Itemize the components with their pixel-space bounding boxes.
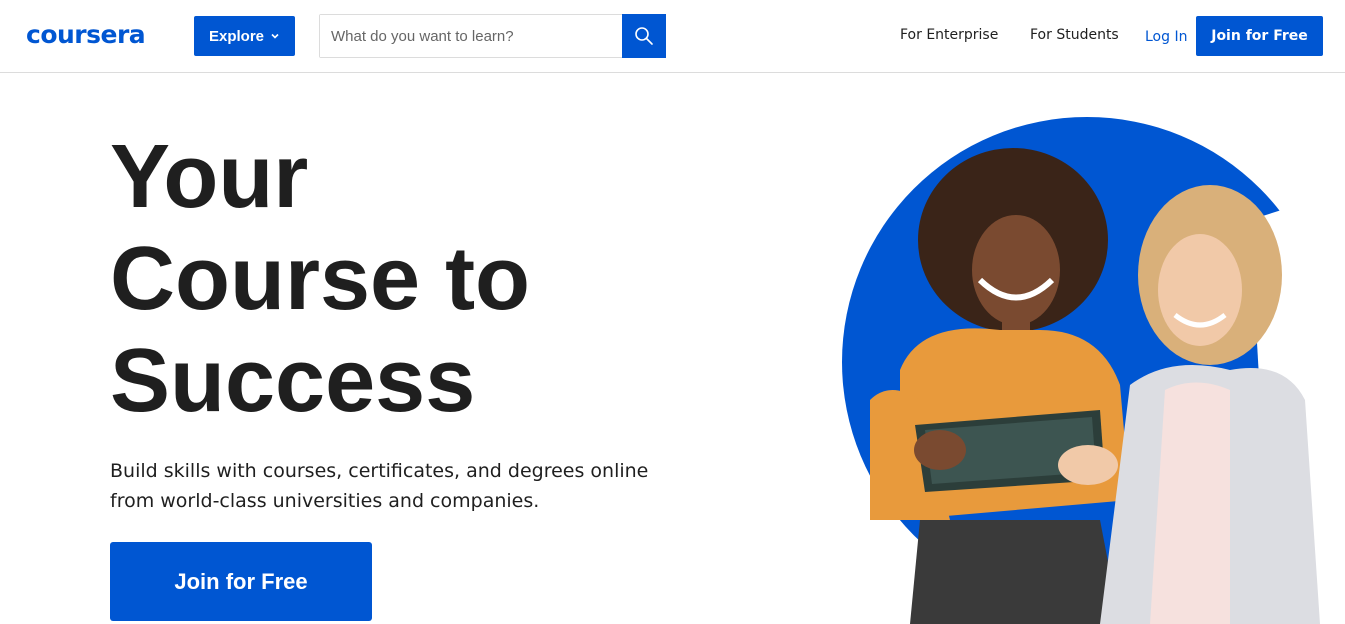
hero-title: Your Course to Success <box>110 126 670 432</box>
coursera-logo[interactable]: coursera <box>26 20 146 49</box>
hero-title-line: Your <box>110 127 309 227</box>
nav-for-students[interactable]: For Students <box>1030 27 1119 43</box>
search-icon <box>635 27 653 45</box>
search-input[interactable] <box>320 15 622 57</box>
site-header: coursera Explore For Enterprise For Stud… <box>0 0 1345 73</box>
hero-subtitle: Build skills with courses, certificates,… <box>110 456 650 516</box>
hero-subtitle-line: from world-class universities and compan… <box>110 490 540 512</box>
explore-label: Explore <box>208 27 265 45</box>
search-button[interactable] <box>622 14 666 58</box>
search-bar <box>319 14 666 58</box>
hero-title-line: Success <box>110 331 476 431</box>
join-for-free-hero-button[interactable]: Join for Free <box>110 542 372 621</box>
join-for-free-header-button[interactable]: Join for Free <box>1196 16 1323 56</box>
hero-title-line: Course to <box>110 229 531 329</box>
chevron-down-icon <box>271 33 279 39</box>
explore-button[interactable]: Explore <box>194 16 295 56</box>
hero-subtitle-line: Build skills with courses, certificates,… <box>110 460 649 482</box>
nav-for-enterprise[interactable]: For Enterprise <box>900 27 998 43</box>
login-link[interactable]: Log In <box>1145 29 1187 45</box>
hero-image <box>842 117 1345 624</box>
